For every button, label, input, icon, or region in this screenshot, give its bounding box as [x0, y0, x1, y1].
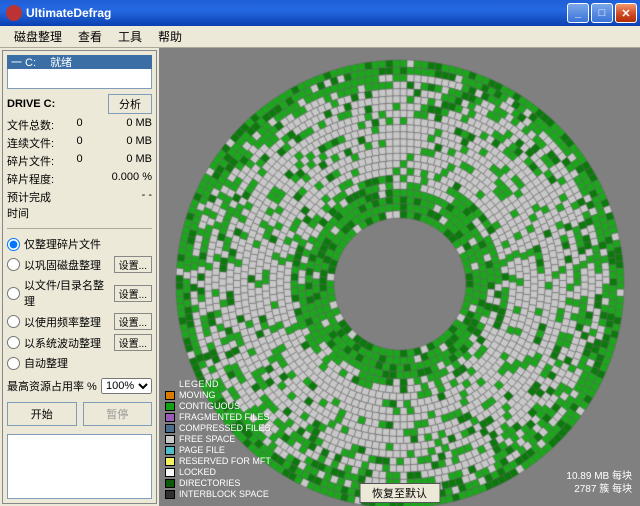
- disk-map-panel: LEGEND MOVINGCONTIGUOUSFRAGMENTED FILESC…: [159, 48, 640, 506]
- legend-label: LOCKED: [179, 467, 216, 478]
- stat-k: 文件总数:: [7, 117, 55, 133]
- legend-label: COMPRESSED FILES: [179, 423, 271, 434]
- stat-k: 碎片程度:: [7, 171, 55, 187]
- disk-info-line2: 2787 簇 每块: [566, 483, 632, 496]
- legend-label: RESERVED FOR MFT: [179, 456, 271, 467]
- legend-row: FRAGMENTED FILES: [165, 412, 271, 423]
- radio-label: 以文件/目录名整理: [24, 277, 110, 309]
- legend-row: RESERVED FOR MFT: [165, 456, 271, 467]
- stat-v1: 0: [65, 117, 95, 133]
- radio-consolidate[interactable]: [7, 258, 20, 271]
- radio-auto[interactable]: [7, 357, 20, 370]
- stat-k: 碎片文件:: [7, 153, 55, 169]
- stat-v1: 0: [65, 135, 95, 151]
- radio-by-frequency[interactable]: [7, 315, 20, 328]
- legend-row: INTERBLOCK SPACE: [165, 489, 271, 500]
- radio-label: 以系统波动整理: [24, 335, 110, 351]
- legend-row: PAGE FILE: [165, 445, 271, 456]
- radio-only-fragmented-label: 仅整理碎片文件: [24, 236, 152, 252]
- legend-swatch: [165, 479, 175, 488]
- drive-listbox[interactable]: 一 C: 就绪: [7, 55, 152, 89]
- legend-swatch: [165, 424, 175, 433]
- set-button-2[interactable]: 设置...: [114, 313, 152, 330]
- legend-swatch: [165, 435, 175, 444]
- legend-swatch: [165, 391, 175, 400]
- legend-label: FRAGMENTED FILES: [179, 412, 270, 423]
- legend-swatch: [165, 402, 175, 411]
- app-icon: [6, 5, 22, 21]
- minimize-button[interactable]: _: [567, 3, 589, 23]
- stat-v2: 0 MB: [104, 153, 152, 169]
- radio-label: 以巩固磁盘整理: [24, 257, 110, 273]
- legend-label: CONTIGUOUS: [179, 401, 240, 412]
- legend-label: DIRECTORIES: [179, 478, 240, 489]
- legend-label: FREE SPACE: [179, 434, 235, 445]
- radio-volatility[interactable]: [7, 336, 20, 349]
- analyze-button[interactable]: 分析: [108, 94, 152, 114]
- app-title: UltimateDefrag: [26, 6, 111, 20]
- radio-by-name[interactable]: [7, 287, 20, 300]
- set-button-3[interactable]: 设置...: [114, 334, 152, 351]
- drive-header-status: 就绪: [50, 54, 72, 70]
- close-button[interactable]: ✕: [615, 3, 637, 23]
- legend-row: MOVING: [165, 390, 271, 401]
- maximize-button[interactable]: □: [591, 3, 613, 23]
- stat-v2: 0 MB: [104, 135, 152, 151]
- stat-v2: 0 MB: [104, 117, 152, 133]
- radio-label: 以使用频率整理: [24, 314, 110, 330]
- radio-only-fragmented[interactable]: [7, 238, 20, 251]
- drive-header-letter: 一 C:: [11, 54, 36, 70]
- set-button-0[interactable]: 设置...: [114, 256, 152, 273]
- menubar: 磁盘整理 查看 工具 帮助: [0, 26, 640, 48]
- stat-v2: - -: [104, 189, 152, 221]
- stats-table: 文件总数: 0 0 MB 连续文件: 0 0 MB 碎片文件: 0 0 MB 碎片程度: 0.…: [7, 116, 152, 222]
- legend-swatch: [165, 413, 175, 422]
- legend-row: DIRECTORIES: [165, 478, 271, 489]
- menu-defrag[interactable]: 磁盘整理: [6, 25, 70, 48]
- legend-swatch: [165, 468, 175, 477]
- legend-row: COMPRESSED FILES: [165, 423, 271, 434]
- sidebar: 一 C: 就绪 DRIVE C: 分析 文件总数: 0 0 MB 连续文件: 0 0 M…: [2, 50, 157, 504]
- window-controls: _ □ ✕: [567, 3, 637, 23]
- radio-label: 自动整理: [24, 355, 152, 371]
- stat-v2: 0.000 %: [104, 171, 152, 187]
- menu-tools[interactable]: 工具: [110, 25, 150, 48]
- separator: [7, 228, 152, 229]
- legend-swatch: [165, 446, 175, 455]
- legend: LEGEND MOVINGCONTIGUOUSFRAGMENTED FILESC…: [165, 379, 271, 500]
- legend-label: PAGE FILE: [179, 445, 225, 456]
- legend-swatch: [165, 457, 175, 466]
- legend-row: FREE SPACE: [165, 434, 271, 445]
- start-button[interactable]: 开始: [7, 402, 77, 426]
- stat-k: 预计完成时间: [7, 189, 55, 221]
- drive-label: DRIVE C:: [7, 98, 55, 110]
- pct-label: 最高资源占用率 %: [7, 378, 97, 394]
- stat-v1: [65, 189, 95, 221]
- legend-title: LEGEND: [179, 379, 271, 389]
- legend-row: LOCKED: [165, 467, 271, 478]
- stat-v1: [65, 171, 95, 187]
- legend-label: INTERBLOCK SPACE: [179, 489, 269, 500]
- legend-label: MOVING: [179, 390, 216, 401]
- log-box: [7, 434, 152, 499]
- set-button-1[interactable]: 设置...: [114, 285, 152, 302]
- pct-select[interactable]: 100%: [101, 378, 152, 394]
- legend-swatch: [165, 490, 175, 499]
- menu-view[interactable]: 查看: [70, 25, 110, 48]
- pause-button[interactable]: 暂停: [83, 402, 153, 426]
- stat-v1: 0: [65, 153, 95, 169]
- menu-help[interactable]: 帮助: [150, 25, 190, 48]
- disk-info-line1: 10.89 MB 每块: [566, 470, 632, 483]
- titlebar: UltimateDefrag _ □ ✕: [0, 0, 640, 26]
- restore-default-button[interactable]: 恢复至默认: [359, 483, 440, 503]
- stat-k: 连续文件:: [7, 135, 55, 151]
- disk-info: 10.89 MB 每块 2787 簇 每块: [566, 470, 632, 496]
- legend-row: CONTIGUOUS: [165, 401, 271, 412]
